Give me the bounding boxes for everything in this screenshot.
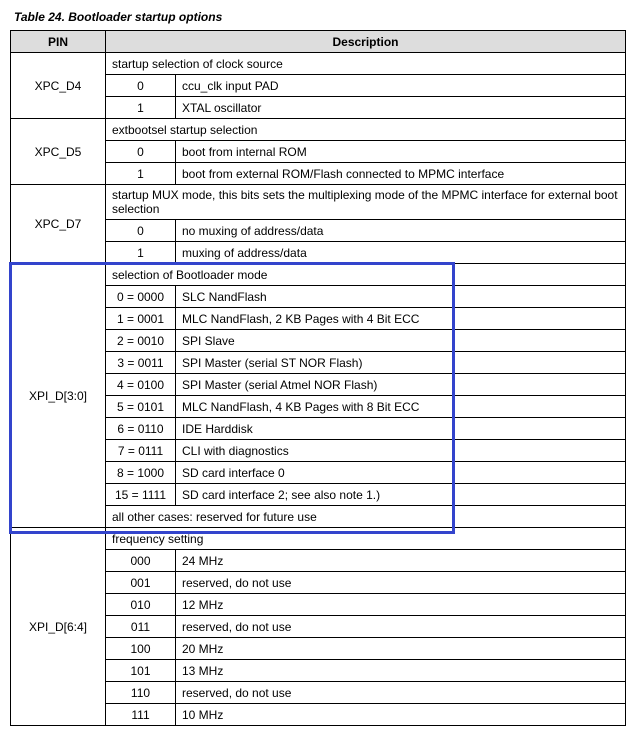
desc-cell: SD card interface 0: [176, 462, 626, 484]
section-title-row: XPI_D[6:4]frequency setting: [11, 528, 626, 550]
value-cell: 110: [106, 682, 176, 704]
value-cell: 8 = 1000: [106, 462, 176, 484]
section-title-cell: frequency setting: [106, 528, 626, 550]
pin-cell: XPI_D[3:0]: [11, 264, 106, 528]
value-cell: 001: [106, 572, 176, 594]
bootloader-table: PIN Description XPC_D4startup selection …: [10, 30, 626, 726]
value-cell: 010: [106, 594, 176, 616]
desc-cell: IDE Harddisk: [176, 418, 626, 440]
col-header-desc: Description: [106, 31, 626, 53]
desc-cell: XTAL oscillator: [176, 97, 626, 119]
desc-cell: MLC NandFlash, 4 KB Pages with 8 Bit ECC: [176, 396, 626, 418]
value-cell: 1 = 0001: [106, 308, 176, 330]
value-cell: 3 = 0011: [106, 352, 176, 374]
table-caption: Table 24. Bootloader startup options: [14, 10, 634, 24]
value-cell: 100: [106, 638, 176, 660]
desc-cell: reserved, do not use: [176, 682, 626, 704]
table-header-row: PIN Description: [11, 31, 626, 53]
section-title-row: XPI_D[3:0]selection of Bootloader mode: [11, 264, 626, 286]
value-cell: 4 = 0100: [106, 374, 176, 396]
value-cell: 7 = 0111: [106, 440, 176, 462]
desc-cell: SPI Slave: [176, 330, 626, 352]
pin-cell: XPC_D4: [11, 53, 106, 119]
table-wrapper: PIN Description XPC_D4startup selection …: [10, 30, 626, 726]
desc-cell: SLC NandFlash: [176, 286, 626, 308]
section-title-row: XPC_D4startup selection of clock source: [11, 53, 626, 75]
value-cell: 6 = 0110: [106, 418, 176, 440]
section-title-cell: startup MUX mode, this bits sets the mul…: [106, 185, 626, 220]
desc-cell: ccu_clk input PAD: [176, 75, 626, 97]
desc-cell: 24 MHz: [176, 550, 626, 572]
pin-cell: XPC_D7: [11, 185, 106, 264]
col-header-pin: PIN: [11, 31, 106, 53]
value-cell: 1: [106, 97, 176, 119]
desc-cell: boot from external ROM/Flash connected t…: [176, 163, 626, 185]
value-cell: 101: [106, 660, 176, 682]
desc-cell: 10 MHz: [176, 704, 626, 726]
section-footer-cell: all other cases: reserved for future use: [106, 506, 626, 528]
section-title-cell: startup selection of clock source: [106, 53, 626, 75]
desc-cell: 20 MHz: [176, 638, 626, 660]
value-cell: 15 = 1111: [106, 484, 176, 506]
desc-cell: SPI Master (serial ST NOR Flash): [176, 352, 626, 374]
pin-cell: XPI_D[6:4]: [11, 528, 106, 726]
value-cell: 0: [106, 141, 176, 163]
desc-cell: boot from internal ROM: [176, 141, 626, 163]
value-cell: 1: [106, 242, 176, 264]
section-title-cell: selection of Bootloader mode: [106, 264, 626, 286]
value-cell: 111: [106, 704, 176, 726]
desc-cell: reserved, do not use: [176, 572, 626, 594]
value-cell: 000: [106, 550, 176, 572]
value-cell: 0: [106, 75, 176, 97]
pin-cell: XPC_D5: [11, 119, 106, 185]
desc-cell: CLI with diagnostics: [176, 440, 626, 462]
desc-cell: muxing of address/data: [176, 242, 626, 264]
section-title-row: XPC_D5extbootsel startup selection: [11, 119, 626, 141]
value-cell: 0 = 0000: [106, 286, 176, 308]
desc-cell: no muxing of address/data: [176, 220, 626, 242]
desc-cell: 13 MHz: [176, 660, 626, 682]
desc-cell: 12 MHz: [176, 594, 626, 616]
value-cell: 5 = 0101: [106, 396, 176, 418]
value-cell: 2 = 0010: [106, 330, 176, 352]
desc-cell: MLC NandFlash, 2 KB Pages with 4 Bit ECC: [176, 308, 626, 330]
section-title-cell: extbootsel startup selection: [106, 119, 626, 141]
desc-cell: SPI Master (serial Atmel NOR Flash): [176, 374, 626, 396]
value-cell: 0: [106, 220, 176, 242]
section-title-row: XPC_D7startup MUX mode, this bits sets t…: [11, 185, 626, 220]
desc-cell: SD card interface 2; see also note 1.): [176, 484, 626, 506]
value-cell: 1: [106, 163, 176, 185]
desc-cell: reserved, do not use: [176, 616, 626, 638]
value-cell: 011: [106, 616, 176, 638]
